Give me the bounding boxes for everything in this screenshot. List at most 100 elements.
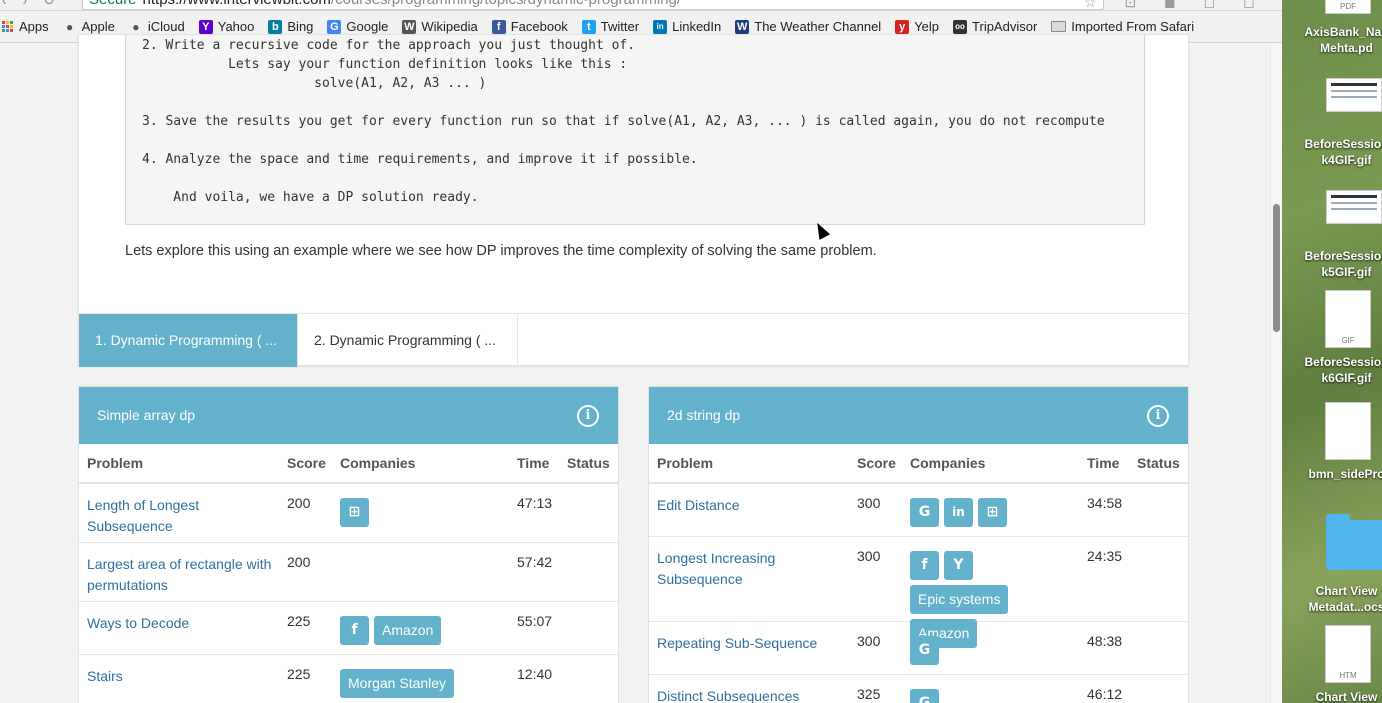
problem-link[interactable]: Distinct Subsequences	[657, 686, 847, 703]
column-header-status: Status	[567, 455, 610, 471]
desktop-icon-label[interactable]: BeforeSession	[1299, 248, 1382, 264]
panel-header: Simple array dp i	[79, 387, 618, 444]
bookmark-bing[interactable]: b Bing	[268, 19, 313, 34]
microsoft-icon[interactable]: ⊞	[978, 498, 1007, 527]
google-icon[interactable]: G	[910, 498, 939, 527]
pdf-file-icon[interactable]: PDF	[1325, 0, 1371, 14]
score-value: 200	[287, 554, 311, 570]
bookmark-twitter[interactable]: t Twitter	[581, 19, 639, 34]
desktop-icon-label[interactable]: Mehta.pd	[1299, 40, 1382, 56]
code-line: And voila, we have a DP solution ready.	[142, 190, 479, 205]
bookmark-yahoo[interactable]: Y Yahoo	[198, 19, 255, 34]
table-row: Stairs 225 Morgan Stanley 12:40	[79, 655, 618, 703]
linkedin-icon[interactable]: in	[944, 498, 973, 527]
bookmark-apple[interactable]: ● Apple	[63, 19, 115, 34]
bookmark-apps[interactable]: Apps	[2, 19, 49, 34]
google-icon: G	[327, 19, 342, 34]
info-icon[interactable]: i	[577, 405, 599, 427]
company-badge[interactable]: Epic systems	[910, 585, 1009, 614]
microsoft-icon[interactable]: ⊞	[340, 498, 369, 527]
bookmark-yelp[interactable]: y Yelp	[895, 19, 939, 34]
desktop-icon-label[interactable]: Chart View	[1299, 689, 1382, 703]
secure-label: Secure	[89, 0, 137, 8]
scrollbar-thumb[interactable]	[1273, 204, 1280, 332]
company-badge[interactable]: Morgan Stanley	[340, 669, 455, 698]
htm-file-icon[interactable]: HTM	[1325, 625, 1371, 683]
desktop-icon-label[interactable]: k5GIF.gif	[1299, 264, 1382, 280]
panel-title: 2d string dp	[667, 407, 741, 423]
table-row: Edit Distance 300 Gin ⊞ 34:58	[649, 484, 1188, 537]
desktop-icon-label[interactable]: k4GIF.gif	[1299, 152, 1382, 168]
desktop-icon-label[interactable]: AxisBank_Nan	[1299, 24, 1382, 40]
problem-link[interactable]: Ways to Decode	[87, 613, 277, 634]
desktop-icon-label[interactable]: Chart View	[1299, 583, 1382, 599]
tripadvisor-icon: oo	[953, 19, 968, 34]
gif-file-icon[interactable]: GIF	[1325, 290, 1371, 348]
panel-title: Simple array dp	[97, 407, 196, 423]
bookmark-label: Imported From Safari	[1071, 19, 1195, 34]
blank-file-icon[interactable]	[1325, 402, 1371, 460]
code-line: 3. Save the results you get for every fu…	[142, 114, 1105, 129]
bookmark-facebook[interactable]: f Facebook	[491, 19, 568, 34]
desktop-icon-label[interactable]: BeforeSession	[1299, 354, 1382, 370]
score-value: 225	[287, 613, 311, 629]
time-value: 46:12	[1087, 686, 1123, 702]
google-icon[interactable]: G	[910, 689, 939, 703]
bookmark-icloud[interactable]: ● iCloud	[129, 19, 185, 34]
nav-arrows-icon[interactable]: ‹ › ↻	[2, 0, 61, 9]
desktop-icon-label[interactable]: bmn_sidePro	[1299, 466, 1382, 482]
desktop-icon-label[interactable]: Metadat...ocs	[1299, 599, 1382, 615]
page-scrollbar[interactable]	[1270, 44, 1282, 703]
folder-icon	[1051, 21, 1067, 32]
info-icon[interactable]: i	[1147, 405, 1169, 427]
desktop-icon-label[interactable]: BeforeSession	[1299, 136, 1382, 152]
company-badge[interactable]: Amazon	[374, 616, 442, 645]
score-value: 325	[857, 686, 881, 702]
facebook-icon[interactable]: f	[910, 551, 939, 580]
score-value: 200	[287, 495, 311, 511]
problem-link[interactable]: Stairs	[87, 666, 277, 687]
bookmark-linkedin[interactable]: in LinkedIn	[653, 19, 721, 34]
problem-link[interactable]: Length of Longest Subsequence	[87, 495, 277, 537]
bookmark-label: Apps	[19, 19, 49, 34]
table-header: Problem Score Companies Time Status	[79, 444, 618, 484]
facebook-icon[interactable]: f	[340, 616, 369, 645]
bookmark-label: Yelp	[914, 19, 940, 34]
bookmark-label: Yahoo	[217, 19, 255, 34]
google-icon[interactable]: G	[910, 636, 939, 665]
apps-grid-icon	[2, 20, 14, 33]
bookmark-tripadvisor[interactable]: oo TripAdvisor	[953, 19, 1037, 34]
bookmark-wikipedia[interactable]: W Wikipedia	[402, 19, 478, 34]
bookmark-label: Google	[346, 19, 389, 34]
problem-link[interactable]: Longest Increasing Subsequence	[657, 548, 847, 590]
column-header-score: Score	[287, 455, 326, 471]
folder-icon[interactable]	[1326, 520, 1382, 570]
shot-file-icon[interactable]	[1326, 78, 1382, 112]
toolbar-extension-icons[interactable]: ☆ ⊡ ◼ ◻ ◻ ⓘ ⋮	[1084, 0, 1282, 10]
score-value: 300	[857, 495, 881, 511]
code-line: Lets say your function definition looks …	[142, 57, 628, 72]
bookmark-label: LinkedIn	[672, 19, 722, 34]
problem-link[interactable]: Edit Distance	[657, 495, 847, 516]
bookmark-google[interactable]: G Google	[327, 19, 388, 34]
column-header-problem: Problem	[657, 455, 714, 471]
yahoo-icon[interactable]: Y	[944, 551, 973, 580]
bookmark-the-weather-channel[interactable]: W The Weather Channel	[735, 19, 881, 34]
bookmark-imported-from-safari[interactable]: Imported From Safari	[1051, 19, 1194, 34]
tab-dynamic-programming-1[interactable]: 1. Dynamic Programming ( ...	[79, 314, 298, 367]
score-value: 225	[287, 666, 311, 682]
column-header-time: Time	[1087, 455, 1120, 471]
url-host: https://www.interviewbit.com	[143, 0, 331, 8]
bookmark-label: Bing	[287, 19, 314, 34]
problem-link[interactable]: Largest area of rectangle with permutati…	[87, 554, 277, 596]
shot-file-icon[interactable]	[1326, 190, 1382, 224]
address-bar[interactable]: Secure https://www.interviewbit.com/cours…	[82, 0, 1104, 10]
time-value: 12:40	[517, 666, 553, 682]
problem-link[interactable]: Repeating Sub-Sequence	[657, 633, 847, 654]
bookmark-label: The Weather Channel	[754, 19, 882, 34]
column-header-companies: Companies	[340, 455, 416, 471]
tab-dynamic-programming-2[interactable]: 2. Dynamic Programming ( ...	[298, 314, 518, 367]
score-value: 300	[857, 548, 881, 564]
bookmark-label: iCloud	[147, 19, 185, 34]
desktop-icon-label[interactable]: k6GIF.gif	[1299, 370, 1382, 386]
